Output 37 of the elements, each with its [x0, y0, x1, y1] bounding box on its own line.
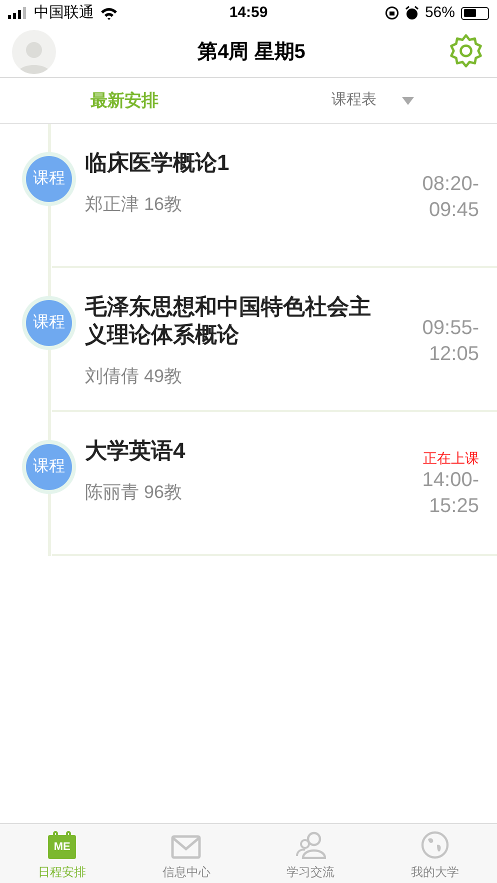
clock-time: 14:59: [229, 2, 268, 23]
start-time: 08:20-: [422, 172, 479, 197]
course-name: 毛泽东思想和中国特色社会主义理论体系概论: [85, 293, 372, 349]
course-name: 临床医学概论1: [85, 149, 230, 177]
end-time: 09:45: [428, 198, 479, 223]
wifi-icon: [100, 6, 118, 20]
people-icon: [296, 831, 326, 859]
nav-tab[interactable]: 信息中心: [124, 824, 248, 883]
dropdown-arrow-icon[interactable]: [402, 96, 414, 104]
alarm-icon: [404, 6, 419, 20]
signal-icon: [8, 7, 28, 19]
header-title: 第4周 星期5: [198, 40, 306, 64]
battery-icon: [461, 6, 489, 20]
battery-percent: 56%: [424, 2, 455, 23]
course-teacher-room: 郑正津 16教: [85, 193, 184, 216]
course-name: 大学英语4: [85, 437, 186, 465]
course-badge: 课程: [22, 152, 76, 206]
settings-icon[interactable]: [447, 32, 485, 70]
tab[interactable]: 课程表: [331, 89, 376, 112]
rotation-lock-icon: [384, 6, 399, 20]
start-time: 14:00-: [422, 468, 479, 493]
end-time: 15:25: [428, 494, 479, 519]
carrier-name: 中国联通: [34, 2, 94, 23]
nav-tab[interactable]: 我的大学: [372, 824, 497, 883]
tab[interactable]: 最新安排: [90, 88, 158, 114]
status-label: 正在上课: [423, 450, 479, 466]
end-time: 12:05: [428, 342, 479, 367]
globe-icon: [420, 831, 449, 859]
start-time: 09:55-: [422, 316, 479, 341]
nav-tab[interactable]: ME 日程安排: [0, 824, 124, 883]
envelope-icon: [171, 835, 202, 859]
avatar[interactable]: [12, 30, 56, 74]
course-teacher-room: 陈丽青 96教: [85, 481, 184, 504]
course-teacher-room: 刘倩倩 49教: [85, 365, 184, 388]
course-badge: 课程: [22, 296, 76, 350]
nav-tab[interactable]: 学习交流: [248, 824, 373, 883]
course-badge: 课程: [22, 440, 76, 494]
